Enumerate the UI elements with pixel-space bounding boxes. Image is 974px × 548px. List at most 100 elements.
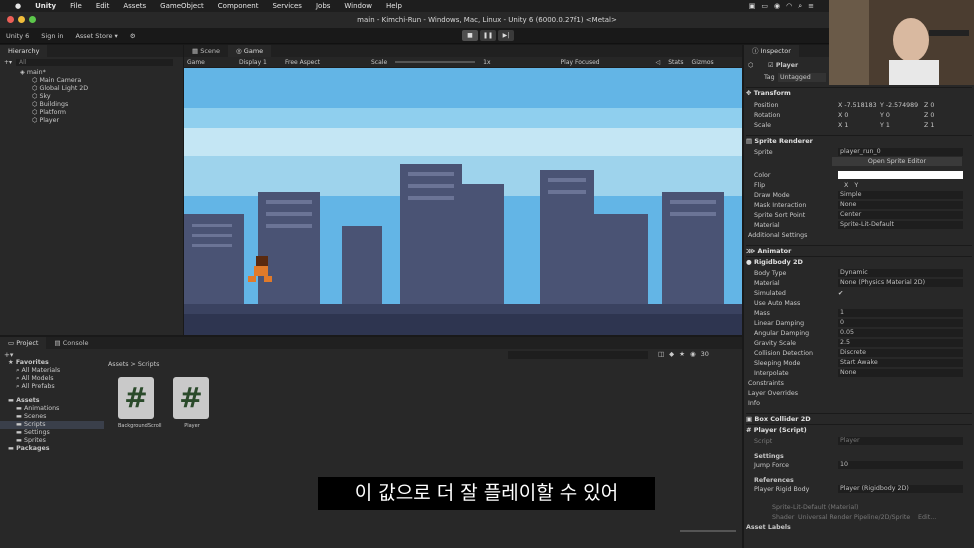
record-icon[interactable]: ◉ xyxy=(774,2,780,10)
display-icon[interactable]: ▭ xyxy=(761,2,768,10)
hierarchy-item-main-camera[interactable]: ⬡ Main Camera xyxy=(32,77,183,85)
interpolate-select[interactable]: None xyxy=(838,369,963,377)
sprite-field[interactable]: player_run_0 xyxy=(838,148,963,156)
breadcrumb-assets[interactable]: Assets xyxy=(108,361,129,368)
add-icon[interactable]: +▾ xyxy=(4,59,12,66)
wifi-icon[interactable]: ◠ xyxy=(786,2,792,10)
jump-force-field[interactable]: 10 xyxy=(838,461,963,469)
mute-icon[interactable]: ◁ xyxy=(656,59,661,66)
menu-gameobject[interactable]: GameObject xyxy=(153,2,211,10)
asset-store-button[interactable]: Asset Store ▾ xyxy=(75,32,117,40)
scale-slider[interactable] xyxy=(395,61,476,63)
stats-button[interactable]: Stats xyxy=(668,59,683,66)
folder-animations[interactable]: ▬ Animations xyxy=(0,405,104,413)
tab-project[interactable]: ▭ Project xyxy=(0,337,47,349)
material-field[interactable]: Sprite-Lit-Default xyxy=(838,221,963,229)
eye-icon[interactable]: ◉ xyxy=(690,350,696,358)
play-focused-select[interactable]: Play Focused xyxy=(561,59,600,66)
packages-folder[interactable]: ▬ Packages xyxy=(0,445,104,453)
file-item[interactable]: # Player xyxy=(173,377,211,429)
active-checkbox[interactable]: ☑ xyxy=(768,62,776,69)
position-y-field[interactable]: Y -2.574989 xyxy=(880,101,918,110)
draw-mode-select[interactable]: Simple xyxy=(838,191,963,199)
scale-y-field[interactable]: Y 1 xyxy=(880,121,890,130)
assets-folder[interactable]: ▬ Assets xyxy=(0,397,104,405)
menu-component[interactable]: Component xyxy=(211,2,266,10)
folder-scenes[interactable]: ▬ Scenes xyxy=(0,413,104,421)
icon-size-slider[interactable] xyxy=(680,530,736,532)
step-button[interactable]: ▶| xyxy=(498,30,514,41)
scale-z-field[interactable]: Z 1 xyxy=(924,121,934,130)
sprite-renderer-header[interactable]: ▤ Sprite Renderer xyxy=(746,135,972,145)
gizmos-button[interactable]: Gizmos xyxy=(692,59,714,66)
zoom-icon[interactable] xyxy=(29,16,36,23)
scale-x-field[interactable]: X 1 xyxy=(838,121,848,130)
pause-button[interactable]: ❚❚ xyxy=(480,30,496,41)
additional-settings-foldout[interactable]: Additional Settings xyxy=(748,231,807,240)
position-x-field[interactable]: X -7.518183 xyxy=(838,101,877,110)
rotation-x-field[interactable]: X 0 xyxy=(838,111,848,120)
aspect-select[interactable]: Free Aspect xyxy=(285,59,363,66)
layer-overrides-foldout[interactable]: Layer Overrides xyxy=(748,389,798,398)
open-sprite-editor-button[interactable]: Open Sprite Editor xyxy=(832,157,962,166)
collision-detection-select[interactable]: Discrete xyxy=(838,349,963,357)
scene-root-item[interactable]: ◈ main* xyxy=(20,69,183,77)
fav-all-models[interactable]: ⌕ All Models xyxy=(0,375,104,383)
rotation-y-field[interactable]: Y 0 xyxy=(880,111,890,120)
fav-all-materials[interactable]: ⌕ All Materials xyxy=(0,367,104,375)
object-name-field[interactable]: ☑ Player xyxy=(768,61,798,70)
linear-damping-field[interactable]: 0 xyxy=(838,319,963,327)
search-icon[interactable]: ⌕ xyxy=(798,2,802,11)
box-collider-header[interactable]: ▣ Box Collider 2D xyxy=(746,413,972,423)
hierarchy-item-platform[interactable]: ⬡ Platform xyxy=(32,109,183,117)
player-script-header[interactable]: # Player (Script) xyxy=(746,424,972,434)
game-viewport[interactable] xyxy=(184,68,742,335)
control-center-icon[interactable]: ≡ xyxy=(808,2,814,10)
project-search-input[interactable] xyxy=(508,351,648,359)
mask-interaction-select[interactable]: None xyxy=(838,201,963,209)
position-z-field[interactable]: Z 0 xyxy=(924,101,934,110)
display-select[interactable]: Display 1 xyxy=(239,59,277,66)
account-button[interactable]: Unity 6 xyxy=(6,32,29,40)
game-mode-select[interactable]: Game xyxy=(187,59,231,66)
fav-all-prefabs[interactable]: ⌕ All Prefabs xyxy=(0,383,104,391)
file-item[interactable]: # BackgroundScroll xyxy=(118,377,162,429)
tab-hierarchy[interactable]: Hierarchy xyxy=(0,45,48,57)
shader-select[interactable]: Universal Render Pipeline/2D/Sprite-L xyxy=(798,513,910,522)
hierarchy-item-sky[interactable]: ⬡ Sky xyxy=(32,93,183,101)
color-swatch[interactable] xyxy=(838,171,963,179)
folder-scripts[interactable]: ▬ Scripts xyxy=(0,421,104,429)
sort-point-select[interactable]: Center xyxy=(838,211,963,219)
mass-field[interactable]: 1 xyxy=(838,309,963,317)
player-rb-field[interactable]: Player (Rigidbody 2D) xyxy=(838,485,963,493)
create-icon[interactable]: +▾ xyxy=(4,351,13,359)
menu-assets[interactable]: Assets xyxy=(116,2,153,10)
tab-scene[interactable]: ▦ Scene xyxy=(184,45,228,57)
tab-inspector[interactable]: ⓘ Inspector xyxy=(744,45,799,57)
hierarchy-item-player[interactable]: ⬡ Player xyxy=(32,117,183,125)
rb-material-field[interactable]: None (Physics Material 2D) xyxy=(838,279,963,287)
label-icon[interactable]: ◆ xyxy=(669,350,674,358)
stop-button[interactable]: ■ xyxy=(462,30,478,41)
filter-type-icon[interactable]: ◫ xyxy=(658,350,664,358)
gear-icon[interactable]: ⚙ xyxy=(130,32,136,40)
minimize-icon[interactable] xyxy=(18,16,25,23)
menu-edit[interactable]: Edit xyxy=(89,2,117,10)
star-icon[interactable]: ★ xyxy=(679,350,685,358)
menu-file[interactable]: File xyxy=(63,2,89,10)
menu-services[interactable]: Services xyxy=(265,2,309,10)
simulated-checkbox[interactable]: ✔ xyxy=(838,289,843,298)
hierarchy-item-global-light[interactable]: ⬡ Global Light 2D xyxy=(32,85,183,93)
menu-jobs[interactable]: Jobs xyxy=(309,2,337,10)
body-type-select[interactable]: Dynamic xyxy=(838,269,963,277)
tag-select[interactable]: Untagged xyxy=(778,73,826,82)
camera-icon[interactable]: ▣ xyxy=(749,2,756,10)
folder-settings[interactable]: ▬ Settings xyxy=(0,429,104,437)
sleeping-mode-select[interactable]: Start Awake xyxy=(838,359,963,367)
hierarchy-item-buildings[interactable]: ⬡ Buildings xyxy=(32,101,183,109)
gravity-scale-field[interactable]: 2.5 xyxy=(838,339,963,347)
apple-icon[interactable]: ● xyxy=(8,2,28,10)
folder-sprites[interactable]: ▬ Sprites xyxy=(0,437,104,445)
flip-x-checkbox[interactable]: X Y xyxy=(844,181,858,190)
rotation-z-field[interactable]: Z 0 xyxy=(924,111,934,120)
